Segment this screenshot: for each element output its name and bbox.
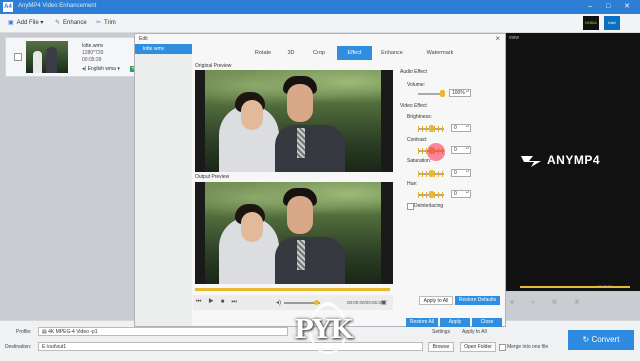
volume-effect-slider[interactable] (418, 90, 445, 97)
video-thumbnail (26, 41, 68, 73)
close-button[interactable]: Close (472, 318, 502, 327)
apply-to-all-effect-button[interactable]: Apply to All (419, 296, 453, 305)
add-file-button[interactable]: ▣ Add File ▾ (8, 18, 43, 28)
enhance-label: Enhance (63, 20, 87, 26)
volume-label: Volume: (407, 82, 426, 88)
preview-controls[interactable]: ■ ⏸ ▣ ▣ (510, 300, 587, 307)
file-duration: 00:05:39 (82, 57, 102, 63)
destination-label: Destination: (5, 344, 32, 350)
deinterlacing-checkbox[interactable] (407, 203, 414, 210)
nvidia-badge: NVIDIA (583, 16, 599, 30)
file-item[interactable]: lotte.wmv 1280*720 00:05:39 ◂) English w… (5, 37, 141, 77)
intel-badge: intel (604, 16, 620, 30)
brightness-label: Brightness: (407, 114, 433, 120)
chevron-down-icon: ▾ (38, 20, 44, 26)
tab-rotate[interactable]: Rotate (248, 46, 278, 60)
original-preview-label: Original Preview (195, 63, 232, 69)
seek-bar[interactable] (195, 288, 390, 291)
file-list: lotte.wmv 1280*720 00:05:39 ◂) English w… (0, 33, 141, 320)
audio-track-select[interactable]: ◂) English wma ▾ (82, 66, 120, 72)
merge-label: Merge into one file (507, 344, 549, 350)
audio-effect-heading: Audio Effect (400, 69, 427, 75)
file-resolution: 1280*720 (82, 50, 104, 56)
enhance-icon: ✎ (55, 20, 61, 26)
anymp4-mark-icon (521, 155, 541, 167)
browse-button[interactable]: Browse (428, 342, 454, 352)
video-effect-heading: Video Effect (400, 103, 427, 109)
edit-tabs: Rotate 3D Crop Effect Enhance Watermark (192, 46, 505, 60)
brand-logo: ANYMP4 (521, 153, 600, 168)
settings-button[interactable]: Settings (432, 329, 450, 335)
file-name: lotte.wmv (82, 43, 104, 49)
window-controls[interactable]: – □ ✕ (588, 2, 636, 10)
enhance-button[interactable]: ✎ Enhance (55, 18, 87, 28)
saturation-slider[interactable] (418, 170, 444, 177)
hue-input[interactable]: 0 (451, 190, 471, 198)
brightness-slider[interactable] (418, 125, 444, 132)
profile-select[interactable]: ▤ 4K MPEG-4 Video -p1 (38, 327, 288, 336)
saturation-input[interactable]: 0 (451, 169, 471, 177)
contrast-label: Contrast: (407, 137, 428, 143)
open-folder-button[interactable]: Open Folder (460, 342, 496, 352)
close-icon[interactable]: × (495, 34, 500, 43)
tab-3d[interactable]: 3D (278, 46, 304, 60)
hue-slider[interactable] (418, 191, 444, 198)
profile-label: Profile: (16, 329, 32, 335)
window-title: AnyMP4 Video Enhancement (18, 3, 97, 9)
volume-icon[interactable]: ◂) (276, 299, 281, 306)
scissors-icon: ✂ (96, 20, 102, 26)
toolbar: ▣ Add File ▾ ✎ Enhance ✂ Trim (0, 14, 640, 33)
preview-time: 00:05:39 (597, 284, 613, 289)
hue-label: Hue: (407, 181, 418, 187)
brand-text: ANYMP4 (547, 153, 601, 167)
file-checkbox[interactable] (14, 53, 22, 61)
title-bar: A4 AnyMP4 Video Enhancement – □ ✕ (0, 0, 640, 14)
pyk-watermark: PYK (292, 299, 364, 357)
preview-progress[interactable] (520, 286, 630, 288)
contrast-input[interactable]: 0 (451, 146, 471, 154)
restore-defaults-button[interactable]: Restore Defaults (455, 296, 500, 305)
dialog-file-sidebar (135, 44, 192, 326)
dialog-file-item[interactable]: lotte.wmv (135, 44, 192, 54)
add-file-label: Add File (16, 20, 39, 26)
brightness-input[interactable]: 0 (451, 124, 471, 132)
output-preview-label: Output Preview (195, 174, 230, 180)
destination-field[interactable]: E:\out\out1 (38, 342, 423, 351)
saturation-label: Saturation: (407, 158, 432, 164)
output-preview (195, 182, 393, 284)
profile-value: 4K MPEG-4 Video -p1 (48, 329, 98, 335)
volume-effect-input[interactable]: 100% (449, 89, 471, 97)
watermark-text: PYK (294, 315, 353, 345)
convert-label: Convert (591, 335, 620, 344)
add-file-icon: ▣ (8, 20, 14, 26)
mouse-cursor-highlight (427, 143, 445, 161)
merge-checkbox[interactable] (499, 344, 506, 351)
audio-track-value: English wma (87, 66, 116, 72)
trim-label: Trim (104, 20, 116, 26)
app-logo: A4 (3, 2, 13, 12)
deinterlacing-label: Deinterlacing (414, 203, 444, 209)
tab-effect[interactable]: Effect (337, 46, 372, 60)
snapshot-icon[interactable]: ▣ (381, 299, 387, 306)
dialog-title: Edit (139, 36, 148, 42)
tab-enhance[interactable]: Enhance (374, 46, 410, 60)
tab-crop[interactable]: Crop (304, 46, 334, 60)
apply-button[interactable]: Apply (440, 318, 470, 327)
restore-all-button[interactable]: Restore All (406, 318, 438, 327)
convert-button[interactable]: ↻ Convert (568, 330, 634, 350)
trim-button[interactable]: ✂ Trim (96, 18, 116, 28)
preview-label: view (509, 35, 520, 41)
playback-buttons[interactable]: ⏮▶■⏭ (196, 299, 244, 306)
tab-watermark[interactable]: Watermark (415, 46, 465, 60)
original-preview (195, 70, 393, 172)
apply-to-all-button[interactable]: Apply to All (462, 329, 487, 335)
